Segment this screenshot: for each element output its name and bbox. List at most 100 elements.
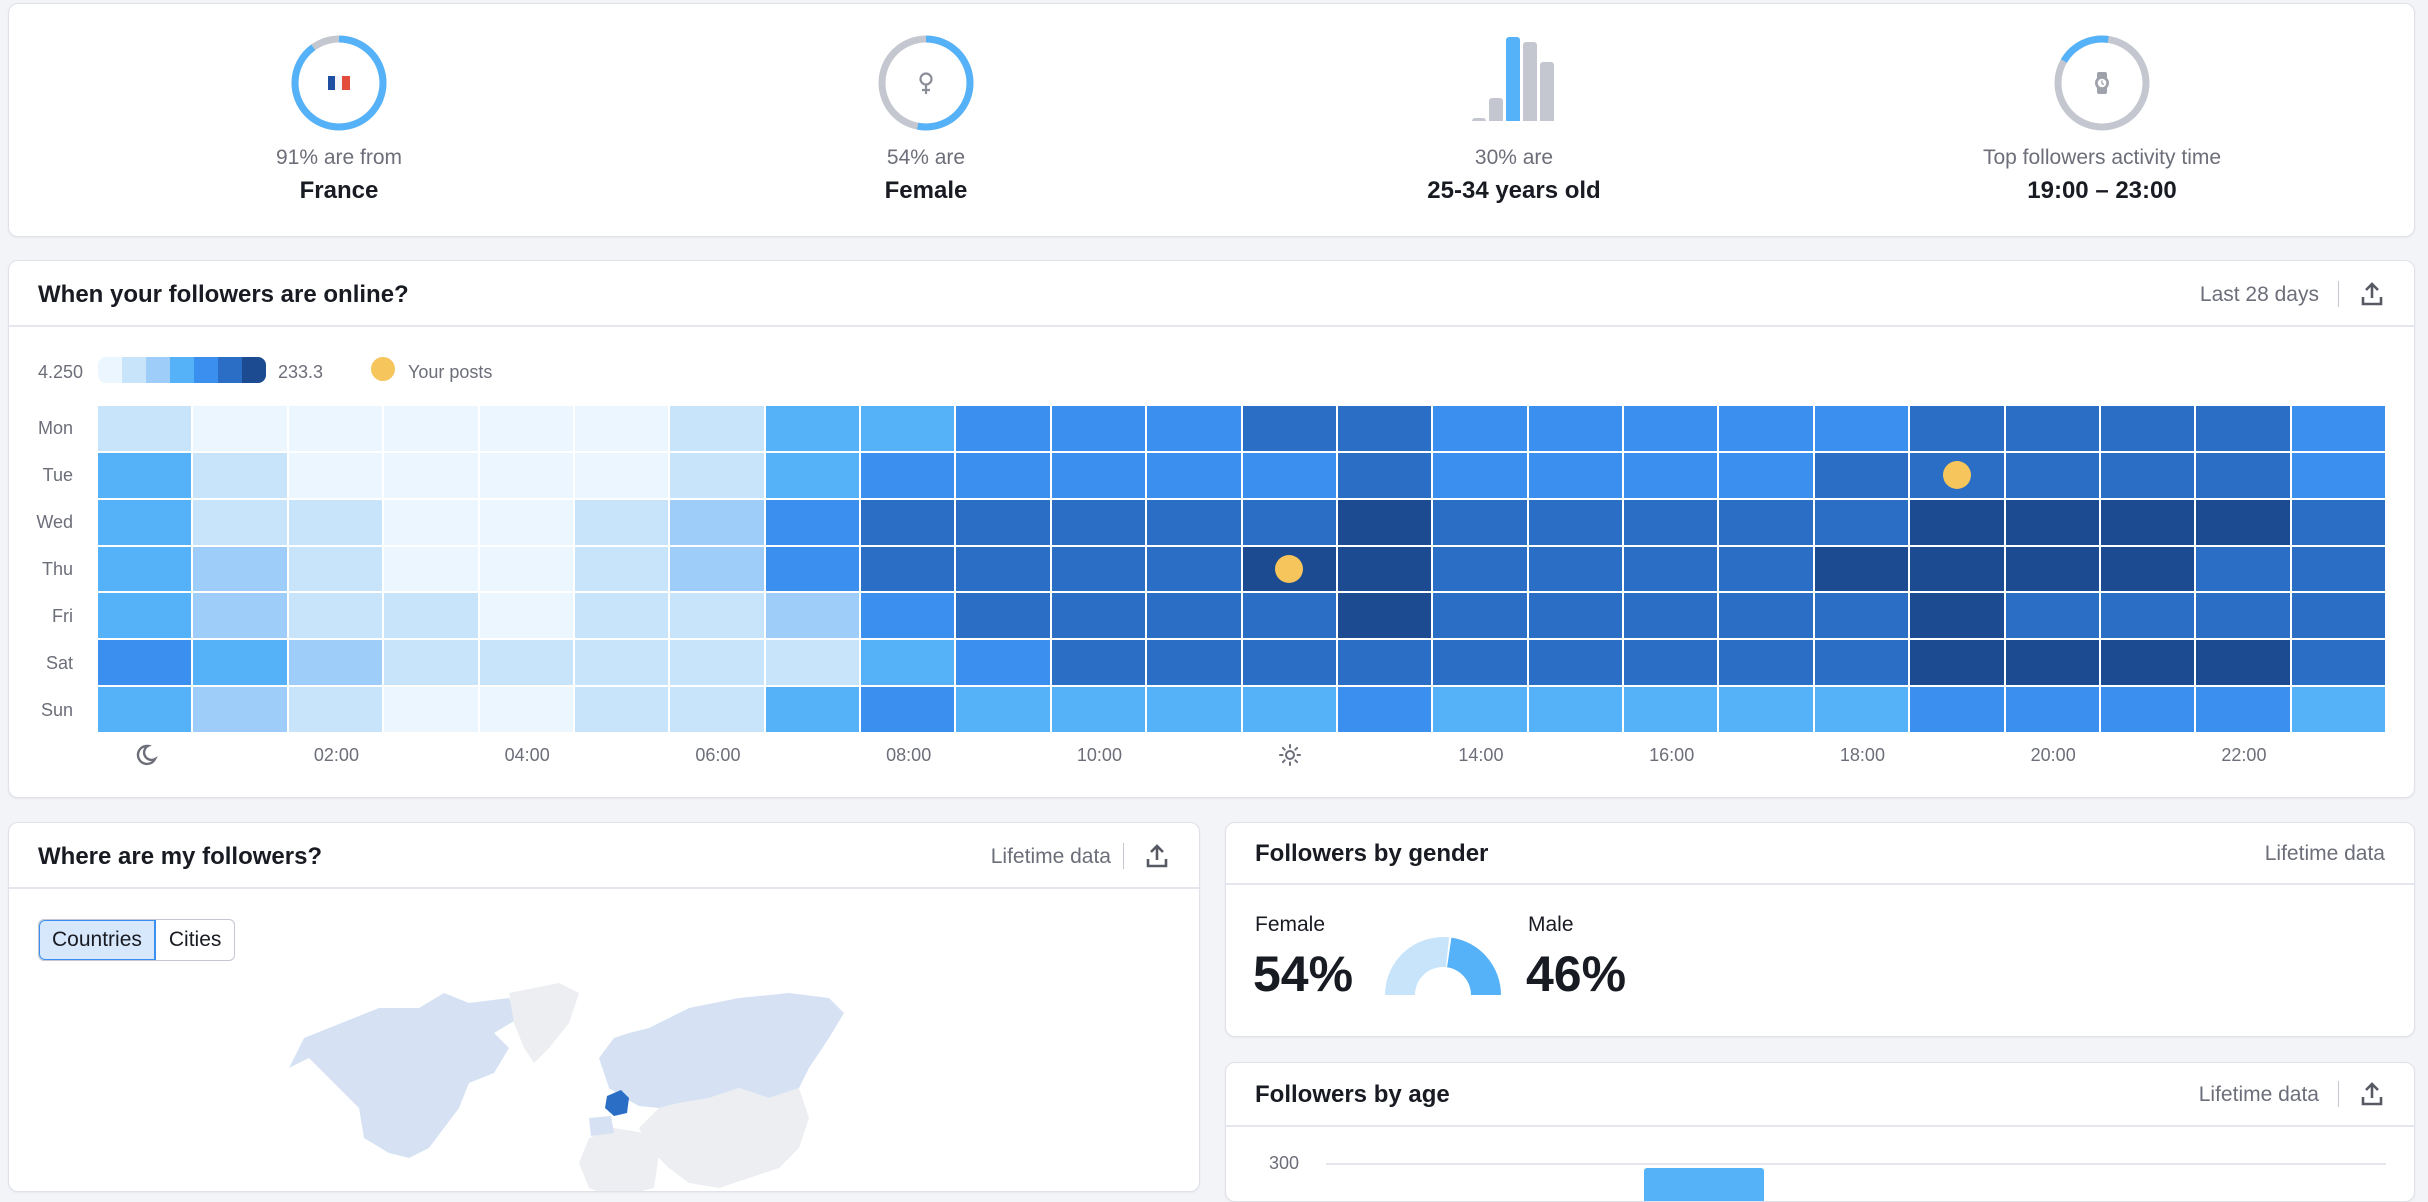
heatmap-cell[interactable] [2005, 640, 2099, 686]
heatmap-cell[interactable] [1433, 593, 1527, 639]
heatmap-cell[interactable] [1051, 640, 1146, 686]
heatmap-cell[interactable] [1051, 499, 1146, 545]
heatmap-cell[interactable] [1242, 593, 1336, 639]
heatmap-cell[interactable] [861, 499, 955, 545]
heatmap-cell[interactable] [1242, 546, 1336, 592]
heatmap-cell[interactable] [479, 406, 573, 451]
heatmap-cell[interactable] [861, 687, 955, 732]
heatmap-cell[interactable] [1242, 452, 1336, 498]
heatmap-cell[interactable] [574, 687, 669, 732]
heatmap-cell[interactable] [2100, 452, 2195, 498]
heatmap-cell[interactable] [98, 687, 192, 732]
heatmap-cell[interactable] [956, 546, 1050, 592]
heatmap-cell[interactable] [2005, 593, 2099, 639]
heatmap-cell[interactable] [479, 452, 573, 498]
heatmap-cell[interactable] [288, 499, 383, 545]
heatmap-cell[interactable] [1910, 546, 2004, 592]
heatmap-cell[interactable] [574, 406, 669, 451]
heatmap-cell[interactable] [2100, 546, 2195, 592]
heatmap-cell[interactable] [765, 452, 859, 498]
heatmap-cell[interactable] [1719, 546, 1813, 592]
heatmap-cell[interactable] [2005, 452, 2099, 498]
heatmap-cell[interactable] [670, 687, 764, 732]
heatmap-cell[interactable] [1910, 406, 2004, 451]
heatmap-cell[interactable] [193, 452, 287, 498]
heatmap-cell[interactable] [2291, 593, 2385, 639]
heatmap-cell[interactable] [193, 640, 287, 686]
heatmap-cell[interactable] [1242, 406, 1336, 451]
heatmap-cell[interactable] [1147, 406, 1241, 451]
heatmap-cell[interactable] [1242, 640, 1336, 686]
heatmap-cell[interactable] [1147, 687, 1241, 732]
heatmap-cell[interactable] [574, 640, 669, 686]
heatmap-cell[interactable] [861, 546, 955, 592]
heatmap-cell[interactable] [2196, 406, 2290, 451]
heatmap-cell[interactable] [574, 452, 669, 498]
heatmap-cell[interactable] [1910, 452, 2004, 498]
heatmap-cell[interactable] [1719, 452, 1813, 498]
heatmap-cell[interactable] [861, 593, 955, 639]
heatmap-cell[interactable] [288, 593, 383, 639]
heatmap-cell[interactable] [1051, 687, 1146, 732]
heatmap-cell[interactable] [1719, 406, 1813, 451]
heatmap-cell[interactable] [2196, 687, 2290, 732]
heatmap-cell[interactable] [1910, 593, 2004, 639]
heatmap-cell[interactable] [1814, 452, 1909, 498]
heatmap-cell[interactable] [1242, 687, 1336, 732]
heatmap-cell[interactable] [193, 593, 287, 639]
heatmap-cell[interactable] [2291, 452, 2385, 498]
heatmap-cell[interactable] [1624, 499, 1718, 545]
heatmap-cell[interactable] [2005, 546, 2099, 592]
heatmap-cell[interactable] [2196, 640, 2290, 686]
heatmap-cell[interactable] [670, 452, 764, 498]
heatmap-cell[interactable] [1051, 546, 1146, 592]
heatmap-cell[interactable] [384, 640, 478, 686]
heatmap-cell[interactable] [765, 640, 859, 686]
heatmap-cell[interactable] [193, 687, 287, 732]
heatmap-cell[interactable] [2100, 687, 2195, 732]
heatmap-cell[interactable] [1624, 546, 1718, 592]
heatmap-cell[interactable] [1433, 687, 1527, 732]
heatmap-cell[interactable] [479, 499, 573, 545]
heatmap-cell[interactable] [2005, 499, 2099, 545]
heatmap-cell[interactable] [1624, 406, 1718, 451]
heatmap-cell[interactable] [288, 406, 383, 451]
heatmap-cell[interactable] [98, 640, 192, 686]
heatmap-cell[interactable] [2005, 687, 2099, 732]
heatmap-cell[interactable] [1528, 546, 1622, 592]
heatmap-cell[interactable] [861, 406, 955, 451]
export-icon[interactable] [2360, 1081, 2384, 1107]
heatmap-cell[interactable] [1051, 452, 1146, 498]
heatmap-cell[interactable] [479, 546, 573, 592]
heatmap-cell[interactable] [479, 593, 573, 639]
heatmap-cell[interactable] [98, 406, 192, 451]
heatmap-cell[interactable] [2196, 593, 2290, 639]
heatmap-cell[interactable] [765, 593, 859, 639]
heatmap-cell[interactable] [1433, 640, 1527, 686]
heatmap-cell[interactable] [193, 546, 287, 592]
world-map[interactable] [269, 978, 909, 1192]
heatmap-cell[interactable] [1528, 687, 1622, 732]
heatmap-cell[interactable] [670, 406, 764, 451]
heatmap-cell[interactable] [479, 687, 573, 732]
heatmap-cell[interactable] [1910, 499, 2004, 545]
heatmap-cell[interactable] [1624, 593, 1718, 639]
heatmap-cell[interactable] [574, 546, 669, 592]
heatmap-cell[interactable] [1051, 593, 1146, 639]
heatmap-cell[interactable] [98, 546, 192, 592]
heatmap-cell[interactable] [861, 452, 955, 498]
heatmap-cell[interactable] [288, 546, 383, 592]
heatmap-cell[interactable] [1147, 499, 1241, 545]
heatmap-cell[interactable] [1433, 452, 1527, 498]
heatmap-cell[interactable] [956, 640, 1050, 686]
heatmap-cell[interactable] [1433, 499, 1527, 545]
heatmap-cell[interactable] [2196, 499, 2290, 545]
heatmap-cell[interactable] [1624, 687, 1718, 732]
heatmap-cell[interactable] [1147, 593, 1241, 639]
heatmap-cell[interactable] [1624, 452, 1718, 498]
heatmap-cell[interactable] [193, 499, 287, 545]
heatmap-cell[interactable] [2291, 406, 2385, 451]
heatmap-cell[interactable] [98, 593, 192, 639]
heatmap-cell[interactable] [1528, 593, 1622, 639]
heatmap-cell[interactable] [2291, 687, 2385, 732]
